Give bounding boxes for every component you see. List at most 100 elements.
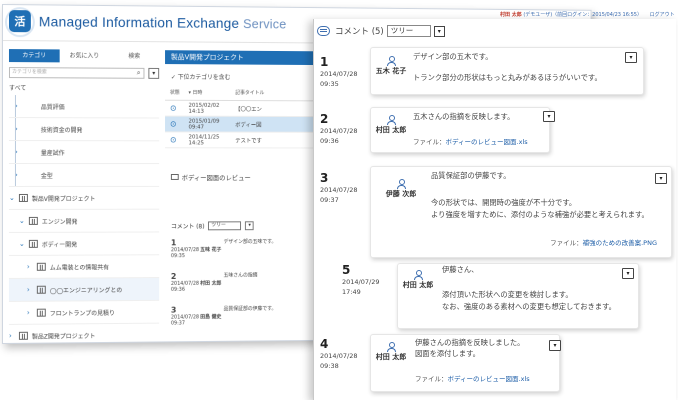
folder-icon (28, 216, 38, 225)
comment-card: 伊藤 次郎 品質保証部の伊藤です。 今の形状では、開閉時の強度が不十分です。 よ… (370, 166, 672, 258)
mini-comment-date: 2014/07/28 09:36 (170, 280, 200, 293)
status-icon: ⊙ (169, 135, 177, 145)
tree-item-front-lamp[interactable]: › フロントランプの見積り (8, 300, 160, 325)
attachment-label: ファイル： (415, 375, 448, 383)
column-date[interactable]: ▾ 日時 (188, 89, 235, 100)
current-user-name[interactable]: 村田 太郎 (500, 12, 522, 18)
folder-icon (18, 193, 28, 202)
status-icon: ⊙ (169, 103, 177, 113)
chevron-down-icon: ⌄ (18, 216, 25, 225)
comment-time: 09:36 (320, 137, 339, 145)
chevron-right-icon: › (8, 331, 12, 340)
tab-favorites[interactable]: お気に入り (59, 49, 109, 62)
tab-category[interactable]: カテゴリ (8, 49, 60, 63)
attachment-filename[interactable]: 補強のための改善案.PNG (583, 239, 657, 247)
comment-author[interactable]: 伊藤 次郎 (381, 179, 421, 199)
mini-comment-date: 2014/07/28 09:35 (170, 247, 200, 260)
app-logo: 活 (8, 10, 31, 33)
app-title-service: Service (243, 16, 287, 32)
folder-icon (36, 262, 46, 271)
attachment-filename[interactable]: ボディーのレビュー図面.xls (446, 138, 528, 146)
tree-item-label: ムム電装との情報共有 (49, 263, 110, 272)
tree-item-label: フロントランプの見積り (49, 309, 115, 318)
tree-item-label: ボディー開発 (41, 241, 78, 249)
comment-author[interactable]: 五木 花子 (371, 56, 411, 76)
tree-root-all[interactable]: すべて (9, 83, 159, 93)
attachment-filename[interactable]: ボディーのレビュー図面.xls (448, 375, 530, 383)
comment-menu-button[interactable]: ▾ (625, 52, 637, 63)
view-mode-select[interactable]: ツリー (386, 25, 431, 37)
comment-count-label: コメント (5) (335, 27, 384, 37)
tree-item-mass-prototype[interactable]: › 量産試作 (8, 141, 160, 165)
comment-number: 4 (320, 337, 329, 351)
tab-search[interactable]: 検索 (109, 50, 159, 63)
attachment-link[interactable]: ファイル：ボディーのレビュー図面.xls (413, 136, 528, 146)
comment-number: 2 (320, 112, 329, 126)
app-title: Managed Information Exchange Service (39, 13, 287, 31)
mini-comment-text: デザイン部の五味です。 (223, 238, 277, 246)
sidebar-menu-button[interactable]: ▾ (148, 67, 160, 79)
column-title[interactable]: 記事タイトル (235, 89, 264, 100)
search-placeholder: カテゴリを検索 (11, 69, 47, 76)
comment-menu-button[interactable]: ▾ (549, 340, 561, 351)
comment-text-line: より強度を増すために、添付のような補強が必要と考えられます。 (431, 210, 649, 219)
comment-author[interactable]: 村田 太郎 (371, 342, 411, 362)
category-search-input[interactable]: カテゴリを検索 ⌕ (8, 67, 145, 79)
comment-time: 09:38 (320, 362, 339, 370)
chevron-down-icon: ⌄ (18, 239, 25, 248)
chevron-down-icon[interactable]: ▾ (433, 25, 445, 37)
tree-item-engine[interactable]: ⌄ エンジン開発 (8, 209, 160, 233)
mini-comment-text: 五味さんの指摘 (223, 272, 258, 279)
author-name: 村田 太郎 (402, 281, 434, 289)
comment-meta: 4 2014/07/28 09:38 (320, 337, 357, 371)
attachment-label: ファイル： (550, 239, 583, 247)
mini-comment-author: 五味 花子 (200, 247, 222, 254)
attachment-link[interactable]: ファイル：補強のための改善案.PNG (550, 237, 657, 247)
row-date: 2015/02/02 14:13 (188, 102, 220, 115)
tree-item-project-z[interactable]: › 製品Z開発プロジェクト (8, 323, 160, 344)
comment-author[interactable]: 村田 太郎 (398, 270, 438, 290)
chevron-right-icon: › (26, 262, 30, 271)
comment-date: 2014/07/28 (320, 186, 358, 194)
comment-text-line: 五木さんの指摘を反映します。 (413, 112, 515, 121)
mini-comment-num: 1 (170, 238, 177, 248)
comment-text-line: 伊藤さん、 (442, 265, 479, 274)
chevron-right-icon: › (26, 308, 30, 317)
comment-text-line: 図面を添付します。 (415, 349, 480, 358)
comment-author[interactable]: 村田 太郎 (371, 115, 411, 135)
column-status[interactable]: 状態 (165, 89, 188, 100)
comment-number: 5 (342, 263, 351, 277)
logout-link[interactable]: ログアウト (650, 12, 675, 18)
sidebar-tabs: カテゴリ お気に入り 検索 (8, 49, 159, 63)
comment-date: 2014/07/28 (320, 70, 358, 78)
chevron-right-icon: › (14, 148, 18, 157)
comment-menu-button[interactable]: ▾ (655, 173, 667, 184)
mini-comment-num: 3 (170, 305, 177, 315)
comment-text-line: デザイン部の五木です。 (413, 52, 493, 61)
tree-item-quality-eval[interactable]: › 品質評価 (8, 95, 160, 119)
tree-item-mm-denso[interactable]: › ムム電装との情報共有 (8, 255, 160, 279)
folder-icon (36, 285, 46, 294)
row-title: テストです (235, 137, 262, 144)
tree-item-label: 製品V開発プロジェクト (31, 195, 96, 203)
tree-item-tech-fund[interactable]: › 技術資金の開発 (8, 118, 160, 142)
person-icon (387, 56, 396, 66)
comment-text-line: なお、強度のある素材への変更も想定しておきます。 (442, 302, 616, 311)
tree-item-project-v[interactable]: ⌄ 製品V開発プロジェクト (8, 186, 160, 210)
comment-date: 2014/07/28 (320, 352, 358, 360)
comment-menu-button[interactable]: ▾ (622, 268, 634, 279)
chevron-down-icon[interactable]: ▾ (245, 221, 255, 231)
search-icon[interactable]: ⌕ (137, 69, 141, 78)
tree-item-label: 量産試作 (40, 149, 65, 157)
tree-item-oo-engineering[interactable]: › ◯◯エンジニアリングとの (8, 278, 160, 302)
tree-item-body[interactable]: ⌄ ボディー開発 (8, 232, 160, 256)
attachment-link[interactable]: ファイル：ボディーのレビュー図面.xls (415, 373, 530, 383)
user-login-info: (デモユーザ)（前回ログイン：2015/04/23 16:55） (523, 12, 642, 18)
comment-panel-header: コメント (5) ツリー ▾ (317, 25, 445, 37)
mini-view-select[interactable]: ツリー (208, 221, 242, 231)
tree-item-mold[interactable]: › 金型 (8, 164, 160, 187)
review-title-text: ボディー図面のレビュー (181, 174, 251, 182)
comment-menu-button[interactable]: ▾ (543, 111, 555, 122)
comment-text-line: 添付頂いた形状への変更を検討します。 (442, 290, 573, 299)
sidebar: カテゴリ お気に入り 検索 カテゴリを検索 ⌕ ▾ すべて › 品質評価 › 技術資金… (8, 49, 160, 344)
